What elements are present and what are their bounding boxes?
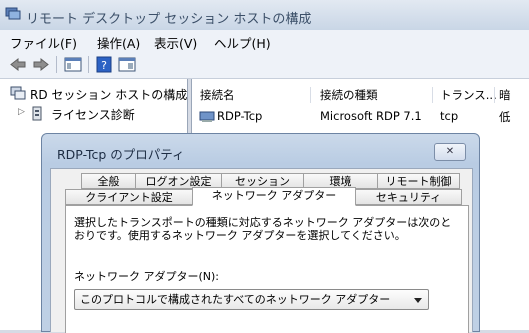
- expand-arrow-icon[interactable]: ▷: [18, 107, 25, 117]
- help-icon[interactable]: ?: [94, 55, 114, 74]
- cell-transport: tcp: [440, 109, 459, 123]
- remote-desktop-icon: [10, 86, 26, 100]
- cell-connection-type: Microsoft RDP 7.1: [320, 109, 422, 123]
- close-icon[interactable]: ✕: [434, 143, 466, 161]
- tree-item-label: RD セッション ホストの構成: [30, 88, 188, 102]
- properties-dialog: RDP-Tcp のプロパティ ✕ 全般 ログオン設定 セッション 環境 リモート…: [41, 133, 480, 333]
- network-connection-icon: [199, 111, 215, 122]
- window-title-bar: リモート デスクトップ セッション ホストの構成: [0, 0, 529, 31]
- menu-action[interactable]: 操作(A): [97, 33, 140, 52]
- toolbar-separator: [88, 56, 89, 73]
- tab-client-settings[interactable]: クライアント設定: [65, 189, 193, 205]
- svg-text:?: ?: [101, 59, 107, 72]
- tab-remote-control[interactable]: リモート制御: [377, 173, 460, 189]
- network-adapter-panel: 選択したトランスポートの種類に対応するネットワーク アダプターは次のとおりです。…: [65, 205, 469, 333]
- dialog-body: 全般 ログオン設定 セッション 環境 リモート制御 クライアント設定 ネットワー…: [50, 168, 473, 333]
- cell-connection-name: RDP-Tcp: [217, 109, 263, 123]
- adapter-description: 選択したトランスポートの種類に対応するネットワーク アダプターは次のとおりです。…: [74, 216, 452, 242]
- tab-general[interactable]: 全般: [81, 173, 136, 189]
- network-adapter-select[interactable]: このプロトコルで構成されたすべてのネットワーク アダプター: [74, 289, 429, 310]
- show-hide-tree-icon[interactable]: [63, 55, 83, 74]
- toolbar: ?: [0, 51, 529, 79]
- menu-file[interactable]: ファイル(F): [10, 33, 77, 52]
- menu-help[interactable]: ヘルプ(H): [214, 33, 271, 52]
- menu-view[interactable]: 表示(V): [154, 33, 197, 52]
- chevron-down-icon[interactable]: [414, 298, 422, 303]
- toolbar-separator: [56, 56, 57, 73]
- license-diagnosis-icon: [32, 106, 42, 121]
- action-pane-icon[interactable]: [117, 55, 137, 74]
- adapter-selected-value: このプロトコルで構成されたすべてのネットワーク アダプター: [80, 293, 391, 306]
- tab-security[interactable]: セキュリティ: [355, 189, 462, 205]
- tree-item-label: ライセンス診断: [51, 108, 135, 122]
- back-arrow-icon[interactable]: [8, 55, 28, 74]
- table-row[interactable]: RDP-Tcp Microsoft RDP 7.1 tcp 低: [192, 79, 529, 129]
- forward-arrow-icon[interactable]: [31, 55, 51, 74]
- cell-encryption: 低: [499, 110, 511, 124]
- window-title: リモート デスクトップ セッション ホストの構成: [26, 12, 312, 27]
- menu-bar: ファイル(F) 操作(A) 表示(V) ヘルプ(H): [0, 30, 529, 51]
- dialog-title: RDP-Tcp のプロパティ: [57, 147, 185, 162]
- remote-desktop-app-icon: [5, 7, 21, 20]
- adapter-field-label: ネットワーク アダプター(N):: [74, 270, 220, 283]
- tab-network-adapter[interactable]: ネットワーク アダプター: [192, 187, 356, 206]
